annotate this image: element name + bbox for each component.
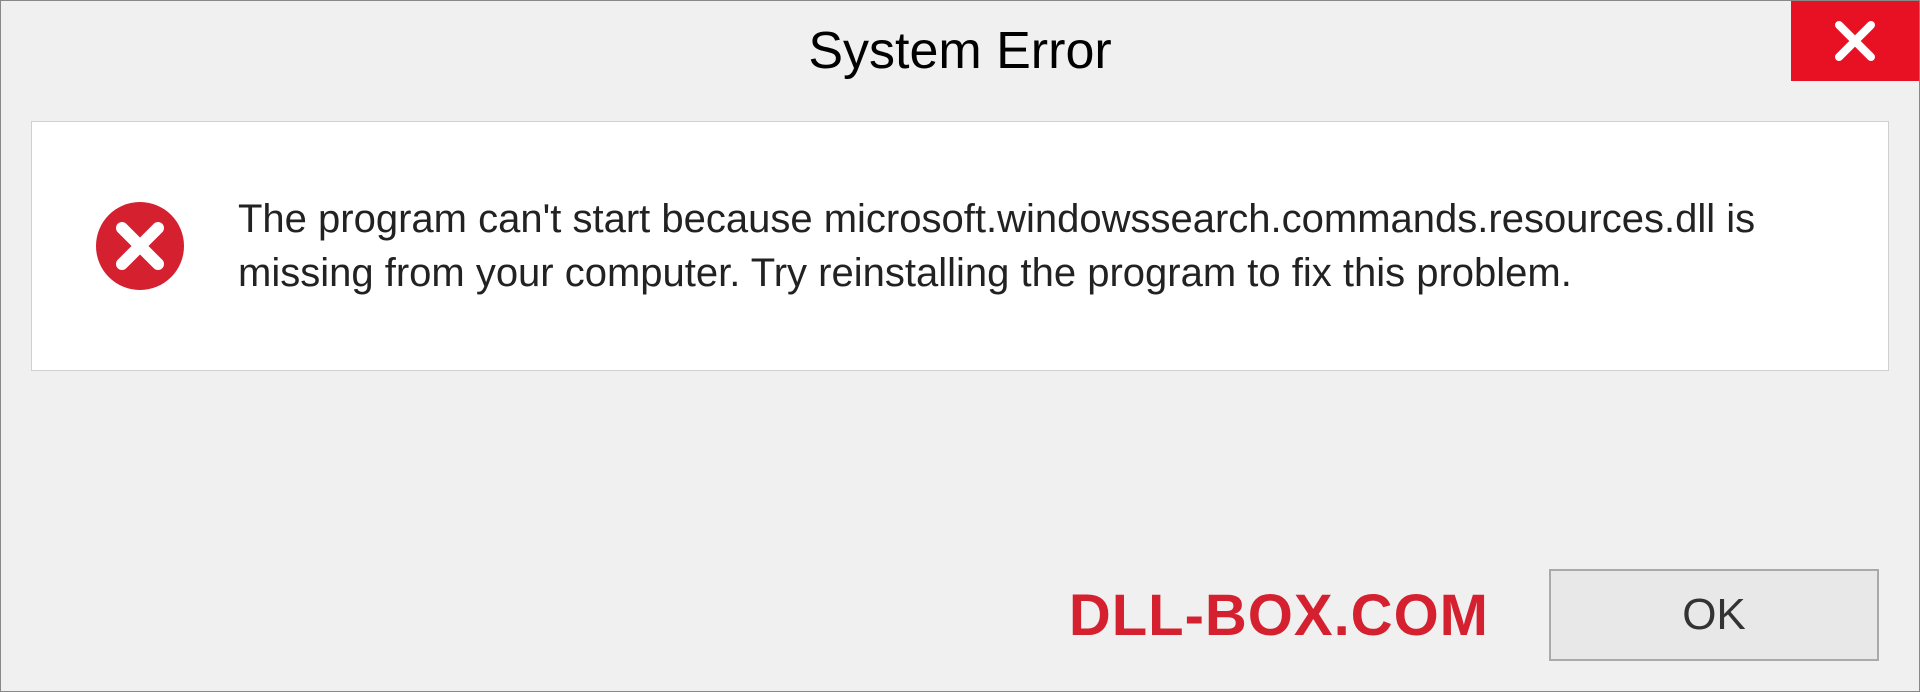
close-button[interactable] xyxy=(1791,1,1919,81)
ok-button[interactable]: OK xyxy=(1549,569,1879,661)
error-message-text: The program can't start because microsof… xyxy=(238,192,1828,300)
message-panel: The program can't start because microsof… xyxy=(31,121,1889,371)
dialog-title: System Error xyxy=(808,21,1111,81)
watermark-text: DLL-BOX.COM xyxy=(1069,582,1489,649)
titlebar: System Error xyxy=(1,1,1919,101)
close-icon xyxy=(1831,17,1879,65)
dialog-footer: DLL-BOX.COM OK xyxy=(41,569,1879,661)
error-icon xyxy=(92,198,188,294)
